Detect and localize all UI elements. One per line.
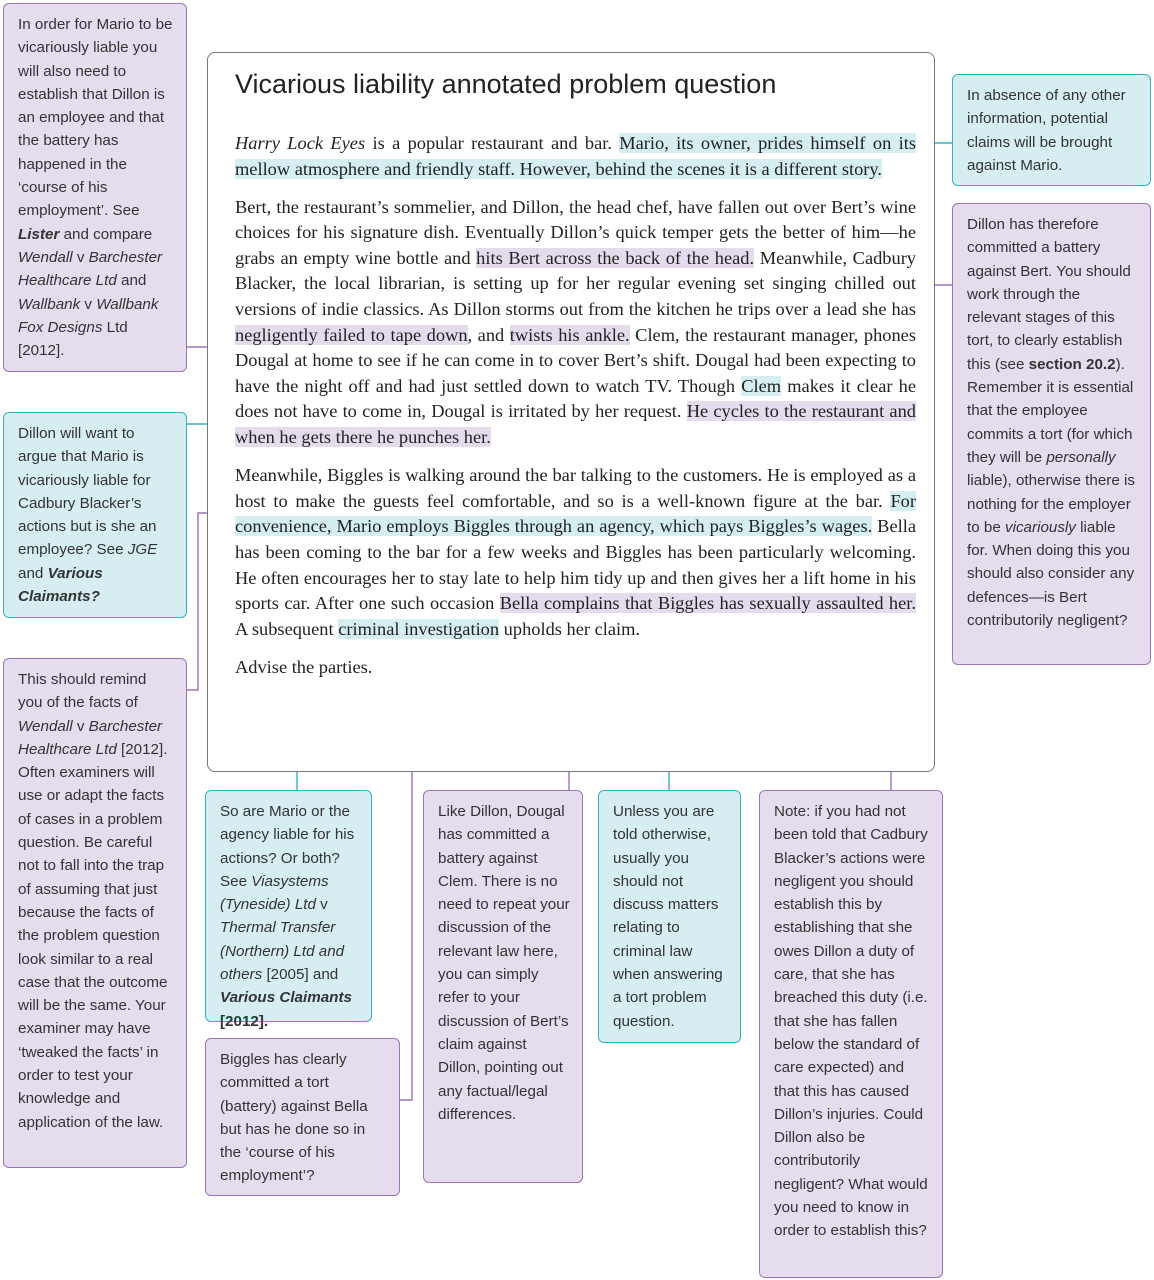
text-segment: Various Claimants (220, 989, 352, 1007)
text-segment: v (80, 295, 97, 313)
text-segment: vicariously (1005, 518, 1076, 536)
annotation-note: So are Mario or the agency liable for hi… (205, 790, 372, 1030)
text-segment: Like Dillon, Dougal has committed a batt… (438, 803, 570, 1123)
text-segment: Advise the parties. (235, 656, 373, 677)
text-segment: is a popular restaurant and bar. (365, 133, 620, 153)
text-segment: and (116, 272, 147, 290)
text-segment: Biggles has clearly committed a tort (ba… (220, 1051, 368, 1185)
text-segment: section 20.2 (1028, 355, 1116, 373)
text-segment: Dillon will want to argue that Mario is … (18, 425, 157, 559)
text-segment: A subsequent (235, 618, 339, 639)
text-segment: Dillon has therefore committed a battery… (967, 216, 1131, 373)
text-segment: [2012]. (220, 1012, 269, 1030)
text-segment: Unless you are told otherwise, usually y… (613, 803, 723, 1030)
paragraph: Bert, the restaurant’s sommelier, and Di… (235, 195, 916, 451)
problem-text: Harry Lock Eyes is a popular restaurant … (235, 131, 916, 693)
highlighted-text-cyan: criminal investigation (338, 618, 500, 639)
text-segment: v (315, 896, 328, 914)
annotation-note: In absence of any other information, pot… (952, 74, 1151, 186)
highlighted-text-purple: Bella complains that Biggles has sexuall… (499, 593, 916, 614)
text-segment: JGE (127, 541, 158, 559)
annotation-note: Dillon will want to argue that Mario is … (3, 412, 187, 618)
text-segment: v (72, 248, 89, 266)
annotation-note: Biggles has clearly committed a tort (ba… (205, 1038, 400, 1196)
text-segment: In absence of any other information, pot… (967, 87, 1126, 174)
text-segment: This should remind you of the facts of (18, 671, 147, 712)
annotation-note: Like Dillon, Dougal has committed a batt… (423, 790, 583, 1183)
highlighted-text-purple: twists his ankle. (509, 324, 630, 345)
annotation-note: Unless you are told otherwise, usually y… (598, 790, 741, 1043)
text-segment: Meanwhile, Biggles is walking around the… (235, 465, 916, 511)
text-segment: and compare (59, 225, 153, 243)
text-segment: v (72, 717, 89, 735)
text-segment: Wendall (18, 248, 73, 266)
text-segment: [2012]. Often examiners will use or adap… (18, 740, 168, 1131)
text-segment: [2005] and (262, 966, 339, 984)
paragraph: Meanwhile, Biggles is walking around the… (235, 463, 916, 642)
annotation-note: Dillon has therefore committed a battery… (952, 203, 1151, 665)
text-segment: Wendall (18, 717, 73, 735)
highlighted-text-cyan: Clem (741, 375, 782, 396)
annotation-note: In order for Mario to be vicariously lia… (3, 3, 187, 372)
text-segment: Wallbank (18, 295, 81, 313)
paragraph: Harry Lock Eyes is a popular restaurant … (235, 131, 916, 182)
text-segment: Harry Lock Eyes (235, 133, 366, 153)
annotation-note: Note: if you had not been told that Cadb… (759, 790, 943, 1278)
paragraph: Advise the parties. (235, 655, 916, 681)
text-segment: , and (467, 324, 510, 345)
highlighted-text-purple: hits Bert across the back of the head. (476, 247, 755, 268)
annotation-note: This should remind you of the facts of W… (3, 658, 187, 1168)
text-segment: personally (1046, 448, 1116, 466)
highlighted-text-purple: negligently failed to tape down (235, 324, 468, 345)
text-segment: Note: if you had not been told that Cadb… (774, 803, 928, 1240)
page-title: Vicarious liability annotated problem qu… (235, 69, 777, 99)
text-segment: Lister (18, 225, 60, 243)
text-segment: In order for Mario to be vicariously lia… (18, 16, 173, 220)
text-segment: and (18, 564, 48, 582)
problem-question-panel: Vicarious liability annotated problem qu… (207, 52, 935, 772)
text-segment: upholds her claim. (499, 618, 641, 639)
